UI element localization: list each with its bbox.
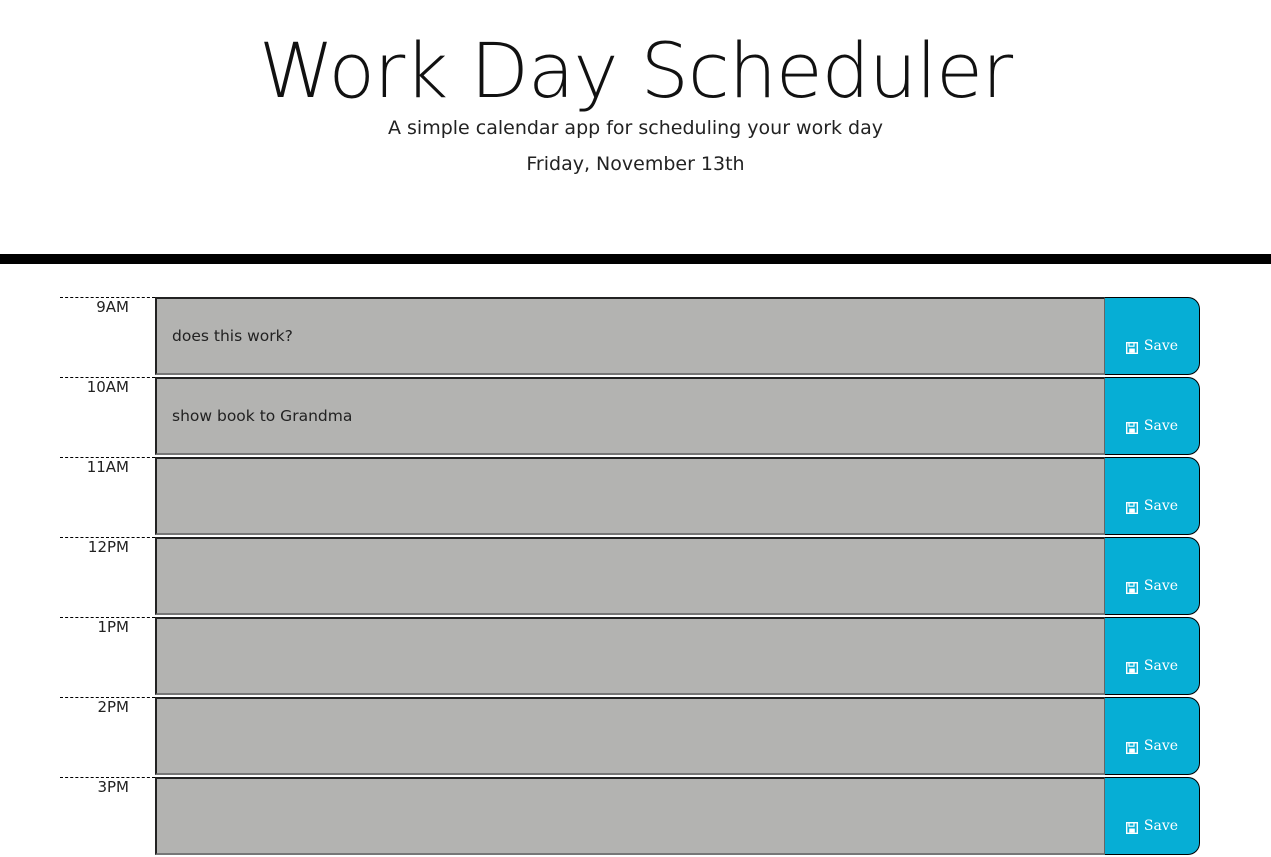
description-input[interactable] bbox=[155, 697, 1105, 775]
floppy-disk-icon bbox=[1125, 662, 1138, 674]
time-block-1pm: 1PM Save bbox=[60, 617, 1200, 697]
hour-label: 3PM bbox=[60, 777, 155, 857]
floppy-disk-icon bbox=[1125, 502, 1138, 514]
save-label: Save bbox=[1143, 818, 1179, 834]
description-input[interactable] bbox=[155, 537, 1105, 615]
save-button[interactable]: Save bbox=[1105, 777, 1200, 855]
description-input[interactable]: show book to Grandma bbox=[155, 377, 1105, 455]
save-button[interactable]: Save bbox=[1105, 617, 1200, 695]
hour-label: 12PM bbox=[60, 537, 155, 617]
hour-label: 1PM bbox=[60, 617, 155, 697]
hour-label: 9AM bbox=[60, 297, 155, 377]
floppy-disk-icon bbox=[1125, 822, 1138, 834]
save-button[interactable]: Save bbox=[1105, 697, 1200, 775]
save-label: Save bbox=[1143, 338, 1179, 354]
save-label: Save bbox=[1143, 498, 1179, 514]
floppy-disk-icon bbox=[1125, 342, 1138, 354]
description-input[interactable] bbox=[155, 777, 1105, 855]
time-block-2pm: 2PM Save bbox=[60, 697, 1200, 777]
time-block-9am: 9AM does this work? Save bbox=[60, 297, 1200, 377]
save-button[interactable]: Save bbox=[1105, 537, 1200, 615]
page-subtitle: A simple calendar app for scheduling you… bbox=[387, 117, 884, 139]
description-input[interactable]: does this work? bbox=[155, 297, 1105, 375]
page-title: Work Day Scheduler bbox=[258, 26, 1013, 115]
save-label: Save bbox=[1143, 738, 1179, 754]
time-block-3pm: 3PM Save bbox=[60, 777, 1200, 857]
time-block-11am: 11AM Save bbox=[60, 457, 1200, 537]
description-input[interactable] bbox=[155, 457, 1105, 535]
save-label: Save bbox=[1143, 658, 1179, 674]
save-button[interactable]: Save bbox=[1105, 457, 1200, 535]
hour-label: 10AM bbox=[60, 377, 155, 457]
schedule-container: 9AM does this work? Save 10AM show book … bbox=[60, 297, 1200, 857]
floppy-disk-icon bbox=[1125, 422, 1138, 434]
hour-label: 11AM bbox=[60, 457, 155, 537]
save-label: Save bbox=[1143, 578, 1179, 594]
current-day: Friday, November 13th bbox=[526, 153, 745, 175]
hour-label: 2PM bbox=[60, 697, 155, 777]
floppy-disk-icon bbox=[1125, 742, 1138, 754]
save-label: Save bbox=[1143, 418, 1179, 434]
save-button[interactable]: Save bbox=[1105, 377, 1200, 455]
header: Work Day Scheduler A simple calendar app… bbox=[0, 0, 1271, 264]
description-input[interactable] bbox=[155, 617, 1105, 695]
time-block-10am: 10AM show book to Grandma Save bbox=[60, 377, 1200, 457]
floppy-disk-icon bbox=[1125, 582, 1138, 594]
time-block-12pm: 12PM Save bbox=[60, 537, 1200, 617]
save-button[interactable]: Save bbox=[1105, 297, 1200, 375]
